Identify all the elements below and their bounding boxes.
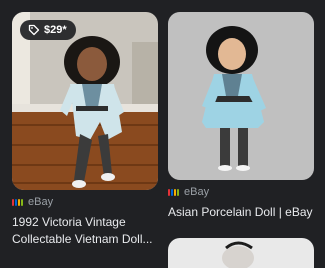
result-thumbnail-1[interactable]: $29*	[12, 12, 158, 190]
source-name: eBay	[184, 186, 210, 198]
source-name: eBay	[28, 196, 54, 208]
result-title-2[interactable]: Asian Porcelain Doll | eBay	[168, 204, 314, 221]
source-row-1: eBay	[12, 196, 158, 208]
source-row-2: eBay	[168, 186, 314, 198]
result-title-line-2: Collectable Vietnam Doll...	[12, 232, 153, 246]
price-label: $29*	[44, 24, 67, 36]
tag-icon	[28, 24, 40, 36]
result-title-1[interactable]: 1992 Victoria Vintage Collectable Vietna…	[12, 214, 158, 248]
result-card-3-partial[interactable]	[168, 238, 314, 268]
doll-photo-studio	[168, 12, 314, 180]
result-thumbnail-3	[168, 238, 314, 268]
result-card-2[interactable]: eBay Asian Porcelain Doll | eBay	[168, 12, 314, 221]
result-card-1[interactable]: $29* eBay 1992 Victoria Vintage Collecta…	[12, 12, 158, 248]
ebay-favicon-icon	[168, 188, 179, 196]
result-title-line-1: 1992 Victoria Vintage	[12, 215, 126, 229]
result-thumbnail-2[interactable]	[168, 12, 314, 180]
ebay-favicon-icon	[12, 198, 23, 206]
price-badge: $29*	[20, 20, 76, 40]
